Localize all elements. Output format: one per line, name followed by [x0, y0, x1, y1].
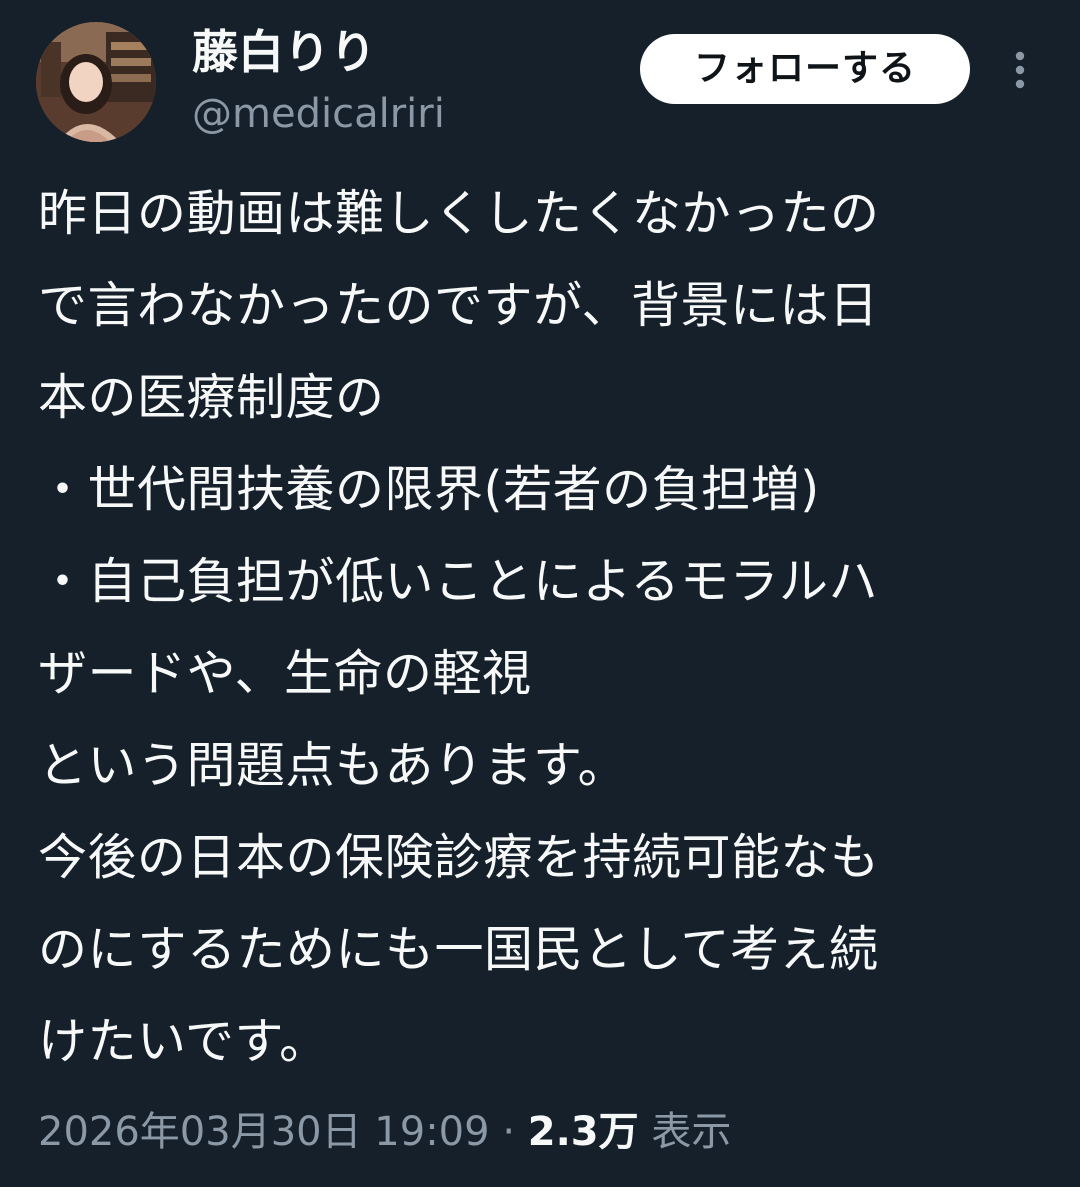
- tweet-line: けたいです。: [38, 1013, 329, 1070]
- follow-button[interactable]: フォローする: [640, 34, 970, 104]
- tweet-timestamp[interactable]: 2026年03月30日 19:09: [38, 1109, 490, 1155]
- user-handle[interactable]: @medicalriri: [192, 88, 445, 140]
- avatar-photo: [36, 22, 156, 142]
- views-label: 表示: [651, 1109, 732, 1155]
- more-vertical-icon: [1015, 51, 1025, 89]
- meta-separator: ·: [502, 1109, 516, 1155]
- tweet-line: で言わなかったのですが、背景には日: [38, 277, 879, 334]
- tweet-container: 藤白りり @medicalriri フォローする 昨日の動画は難しくしたくなかっ…: [0, 0, 1080, 1187]
- more-options-button[interactable]: [1006, 48, 1034, 92]
- tweet-line: ・自己負担が低いことによるモラルハ: [38, 553, 879, 610]
- display-name[interactable]: 藤白りり: [192, 24, 445, 80]
- views-count[interactable]: 2.3万: [528, 1109, 639, 1155]
- tweet-line: 昨日の動画は難しくしたくなかったの: [38, 185, 880, 242]
- tweet-line: という問題点もあります。: [38, 737, 628, 794]
- tweet-line: ・世代間扶養の限界(若者の負担増): [38, 461, 820, 518]
- tweet-meta: 2026年03月30日 19:09 · 2.3万 表示: [38, 1102, 731, 1162]
- tweet-text: 昨日の動画は難しくしたくなかったの で言わなかったのですが、背景には日 本の医療…: [38, 168, 1048, 1088]
- tweet-line: 本の医療制度の: [38, 369, 385, 426]
- tweet-header: 藤白りり @medicalriri フォローする: [36, 22, 1046, 142]
- user-names: 藤白りり @medicalriri: [192, 24, 445, 140]
- tweet-line: のにするためにも一国民として考え続: [38, 921, 879, 978]
- avatar[interactable]: [36, 22, 156, 142]
- tweet-line: 今後の日本の保険診療を持続可能なも: [38, 829, 880, 886]
- tweet-line: ザードや、生命の軽視: [38, 645, 532, 702]
